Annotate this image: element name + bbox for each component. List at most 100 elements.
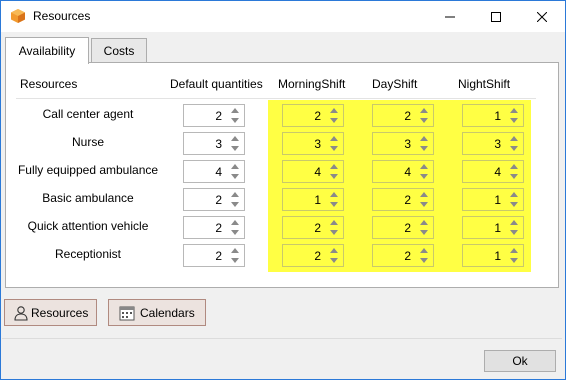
decrement-arrow-icon[interactable] bbox=[417, 200, 431, 209]
increment-arrow-icon[interactable] bbox=[507, 190, 521, 199]
increment-arrow-icon[interactable] bbox=[417, 106, 431, 115]
night-shift-value[interactable]: 3 bbox=[494, 137, 501, 151]
increment-arrow-icon[interactable] bbox=[228, 246, 242, 255]
default-quantity-spinner[interactable]: 2 bbox=[183, 216, 245, 239]
decrement-arrow-icon[interactable] bbox=[417, 228, 431, 237]
morning-shift-value[interactable]: 3 bbox=[314, 137, 321, 151]
tab-availability[interactable]: Availability bbox=[5, 37, 89, 64]
decrement-arrow-icon[interactable] bbox=[417, 144, 431, 153]
calendars-button[interactable]: Calendars bbox=[108, 299, 206, 326]
increment-arrow-icon[interactable] bbox=[417, 246, 431, 255]
day-shift-spinner[interactable]: 2 bbox=[372, 104, 434, 127]
morning-shift-value[interactable]: 2 bbox=[314, 249, 321, 263]
day-shift-spinner[interactable]: 2 bbox=[372, 188, 434, 211]
day-shift-value[interactable]: 3 bbox=[404, 137, 411, 151]
ok-button[interactable]: Ok bbox=[484, 350, 556, 372]
night-shift-value[interactable]: 1 bbox=[494, 109, 501, 123]
decrement-arrow-icon[interactable] bbox=[228, 200, 242, 209]
day-shift-value[interactable]: 2 bbox=[404, 221, 411, 235]
day-shift-value[interactable]: 2 bbox=[404, 109, 411, 123]
decrement-arrow-icon[interactable] bbox=[228, 228, 242, 237]
decrement-arrow-icon[interactable] bbox=[228, 116, 242, 125]
day-shift-value[interactable]: 2 bbox=[404, 193, 411, 207]
day-shift-spinner[interactable]: 2 bbox=[372, 216, 434, 239]
decrement-arrow-icon[interactable] bbox=[228, 256, 242, 265]
increment-arrow-icon[interactable] bbox=[327, 106, 341, 115]
increment-arrow-icon[interactable] bbox=[228, 106, 242, 115]
morning-shift-spinner[interactable]: 4 bbox=[282, 160, 344, 183]
increment-arrow-icon[interactable] bbox=[417, 190, 431, 199]
morning-shift-spinner[interactable]: 2 bbox=[282, 244, 344, 267]
day-shift-value[interactable]: 2 bbox=[404, 249, 411, 263]
night-shift-spinner[interactable]: 1 bbox=[462, 244, 524, 267]
increment-arrow-icon[interactable] bbox=[228, 162, 242, 171]
increment-arrow-icon[interactable] bbox=[327, 134, 341, 143]
increment-arrow-icon[interactable] bbox=[327, 218, 341, 227]
morning-shift-value[interactable]: 2 bbox=[314, 109, 321, 123]
night-shift-value[interactable]: 1 bbox=[494, 249, 501, 263]
day-shift-spinner[interactable]: 3 bbox=[372, 132, 434, 155]
default-quantity-spinner[interactable]: 2 bbox=[183, 104, 245, 127]
morning-shift-value[interactable]: 2 bbox=[314, 221, 321, 235]
default-quantity-spinner[interactable]: 2 bbox=[183, 188, 245, 211]
default-quantity-value[interactable]: 3 bbox=[215, 137, 222, 151]
night-shift-spinner[interactable]: 1 bbox=[462, 188, 524, 211]
morning-shift-spinner[interactable]: 3 bbox=[282, 132, 344, 155]
default-quantity-value[interactable]: 2 bbox=[215, 109, 222, 123]
title-bar[interactable]: Resources bbox=[1, 1, 565, 32]
maximize-button[interactable] bbox=[473, 1, 519, 32]
decrement-arrow-icon[interactable] bbox=[327, 144, 341, 153]
increment-arrow-icon[interactable] bbox=[417, 162, 431, 171]
night-shift-spinner[interactable]: 3 bbox=[462, 132, 524, 155]
default-quantity-value[interactable]: 2 bbox=[215, 193, 222, 207]
decrement-arrow-icon[interactable] bbox=[327, 116, 341, 125]
increment-arrow-icon[interactable] bbox=[507, 106, 521, 115]
tab-costs[interactable]: Costs bbox=[91, 38, 147, 63]
decrement-arrow-icon[interactable] bbox=[507, 144, 521, 153]
increment-arrow-icon[interactable] bbox=[507, 162, 521, 171]
decrement-arrow-icon[interactable] bbox=[417, 116, 431, 125]
increment-arrow-icon[interactable] bbox=[417, 218, 431, 227]
default-quantity-spinner[interactable]: 2 bbox=[183, 244, 245, 267]
decrement-arrow-icon[interactable] bbox=[417, 172, 431, 181]
decrement-arrow-icon[interactable] bbox=[507, 228, 521, 237]
increment-arrow-icon[interactable] bbox=[228, 218, 242, 227]
default-quantity-value[interactable]: 4 bbox=[215, 165, 222, 179]
night-shift-value[interactable]: 1 bbox=[494, 193, 501, 207]
resources-button[interactable]: Resources bbox=[4, 299, 97, 326]
increment-arrow-icon[interactable] bbox=[507, 218, 521, 227]
night-shift-value[interactable]: 4 bbox=[494, 165, 501, 179]
day-shift-value[interactable]: 4 bbox=[404, 165, 411, 179]
default-quantity-value[interactable]: 2 bbox=[215, 249, 222, 263]
morning-shift-spinner[interactable]: 2 bbox=[282, 216, 344, 239]
decrement-arrow-icon[interactable] bbox=[417, 256, 431, 265]
increment-arrow-icon[interactable] bbox=[327, 246, 341, 255]
decrement-arrow-icon[interactable] bbox=[507, 200, 521, 209]
day-shift-spinner[interactable]: 4 bbox=[372, 160, 434, 183]
morning-shift-value[interactable]: 1 bbox=[314, 193, 321, 207]
decrement-arrow-icon[interactable] bbox=[507, 116, 521, 125]
increment-arrow-icon[interactable] bbox=[417, 134, 431, 143]
decrement-arrow-icon[interactable] bbox=[507, 256, 521, 265]
decrement-arrow-icon[interactable] bbox=[228, 172, 242, 181]
night-shift-spinner[interactable]: 1 bbox=[462, 104, 524, 127]
day-shift-spinner[interactable]: 2 bbox=[372, 244, 434, 267]
decrement-arrow-icon[interactable] bbox=[507, 172, 521, 181]
night-shift-spinner[interactable]: 4 bbox=[462, 160, 524, 183]
morning-shift-spinner[interactable]: 2 bbox=[282, 104, 344, 127]
close-button[interactable] bbox=[519, 1, 565, 32]
morning-shift-value[interactable]: 4 bbox=[314, 165, 321, 179]
decrement-arrow-icon[interactable] bbox=[228, 144, 242, 153]
decrement-arrow-icon[interactable] bbox=[327, 200, 341, 209]
increment-arrow-icon[interactable] bbox=[327, 190, 341, 199]
minimize-button[interactable] bbox=[427, 1, 473, 32]
default-quantity-value[interactable]: 2 bbox=[215, 221, 222, 235]
default-quantity-spinner[interactable]: 3 bbox=[183, 132, 245, 155]
increment-arrow-icon[interactable] bbox=[228, 190, 242, 199]
night-shift-spinner[interactable]: 1 bbox=[462, 216, 524, 239]
decrement-arrow-icon[interactable] bbox=[327, 172, 341, 181]
increment-arrow-icon[interactable] bbox=[327, 162, 341, 171]
decrement-arrow-icon[interactable] bbox=[327, 256, 341, 265]
increment-arrow-icon[interactable] bbox=[228, 134, 242, 143]
morning-shift-spinner[interactable]: 1 bbox=[282, 188, 344, 211]
